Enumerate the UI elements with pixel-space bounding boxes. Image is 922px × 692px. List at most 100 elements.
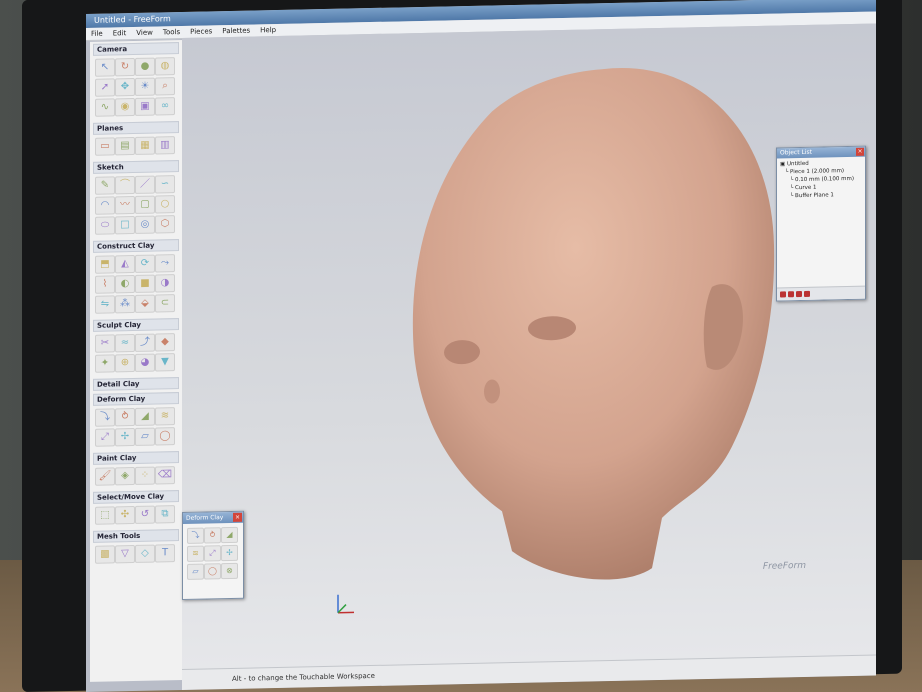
smooth-icon[interactable]: ≈ <box>115 333 135 353</box>
clay-head-model[interactable] <box>402 45 822 614</box>
palette-section: Detail Clay <box>93 377 179 391</box>
tug-icon[interactable]: ⤴ <box>135 333 155 352</box>
fill-icon[interactable]: ▼ <box>155 353 175 372</box>
spray-icon[interactable]: ⁘ <box>135 466 155 485</box>
menu-edit[interactable]: Edit <box>108 27 132 39</box>
attract-icon[interactable]: ⊕ <box>115 353 135 373</box>
menu-palettes[interactable]: Palettes <box>217 24 255 37</box>
tool-grid: ▭ ▤ ▦ ▥ <box>93 133 179 159</box>
select-icon[interactable]: ↖ <box>95 58 115 77</box>
cube-icon[interactable]: ▣ <box>135 97 155 116</box>
bend-icon[interactable]: ⤵ <box>95 408 115 427</box>
grid-plane-icon[interactable]: ▥ <box>155 136 175 155</box>
rotate-clay-icon[interactable]: ↺ <box>135 505 155 524</box>
box-plane-icon[interactable]: ▤ <box>115 136 135 156</box>
weld-icon[interactable]: ◇ <box>135 544 155 563</box>
mesh-icon[interactable]: ▩ <box>95 545 115 564</box>
warp-icon[interactable]: ≋ <box>155 407 175 426</box>
camera-icon[interactable]: ◉ <box>115 97 135 117</box>
menu-pieces[interactable]: Pieces <box>185 25 217 38</box>
eraser-icon[interactable]: ⌫ <box>155 466 175 485</box>
plane-icon[interactable]: ▭ <box>95 137 115 156</box>
twist-icon[interactable]: ⥁ <box>204 527 221 544</box>
ellipse-icon[interactable]: ⬭ <box>95 216 115 235</box>
shear-icon[interactable]: ▱ <box>187 563 204 580</box>
arrow-cursor-icon[interactable]: ➚ <box>95 78 115 97</box>
globe-icon[interactable]: ◍ <box>155 57 175 76</box>
zoom-icon[interactable]: ⌕ <box>155 77 175 96</box>
tube-icon[interactable]: ⊂ <box>155 294 175 313</box>
loop-icon[interactable]: ∞ <box>155 97 175 116</box>
arc-icon[interactable]: ◠ <box>95 196 115 215</box>
revolve-icon[interactable]: ⟳ <box>135 254 155 273</box>
deform-clay-popup[interactable]: Deform Clay × ⤵ ⥁ ◢ ≋ ⤢ ✢ ▱ ◯ ⊗ <box>182 510 244 600</box>
spike-icon[interactable]: ✦ <box>95 354 115 373</box>
3d-viewport[interactable]: FreeForm <box>182 23 876 670</box>
brush-icon[interactable]: 🖌 <box>95 467 115 486</box>
wire-icon[interactable]: ⌇ <box>95 275 115 294</box>
extrude-icon[interactable]: ⬒ <box>95 255 115 274</box>
sphere-icon[interactable]: ● <box>135 57 155 76</box>
polygon-icon[interactable]: ⬡ <box>155 215 175 234</box>
pinch-icon[interactable]: ⊗ <box>221 562 238 580</box>
stamp-icon[interactable]: ⬙ <box>135 294 155 313</box>
color-plane-icon[interactable]: ▦ <box>135 136 155 155</box>
circle-icon[interactable]: ○ <box>155 195 175 214</box>
path-icon[interactable]: ∿ <box>95 98 115 117</box>
toolbar-button-icon[interactable] <box>804 290 810 297</box>
close-icon[interactable]: × <box>233 512 242 522</box>
rotate-view-icon[interactable]: ↻ <box>115 57 135 77</box>
palette-section-header[interactable]: Detail Clay <box>93 377 179 391</box>
move-icon[interactable]: ✢ <box>115 427 135 447</box>
square-icon[interactable]: □ <box>115 215 135 235</box>
menu-help[interactable]: Help <box>255 24 281 37</box>
menu-tools[interactable]: Tools <box>158 26 185 39</box>
shear-icon[interactable]: ▱ <box>135 427 155 446</box>
loft-icon[interactable]: ◭ <box>115 254 135 274</box>
spline-icon[interactable]: ∽ <box>155 175 175 194</box>
scale-icon[interactable]: ⤢ <box>95 428 115 447</box>
object-list-window[interactable]: Object List × ▣ Untitled └ Piece 1 (2.00… <box>776 145 866 302</box>
wax-icon[interactable]: ◕ <box>135 353 155 372</box>
mirror-icon[interactable]: ⇋ <box>95 295 115 314</box>
inflate-icon[interactable]: ◯ <box>155 427 175 446</box>
ring-icon[interactable]: ◎ <box>135 215 155 234</box>
scale-icon[interactable]: ⤢ <box>204 545 221 562</box>
sweep-icon[interactable]: ⤳ <box>155 254 175 273</box>
blend-icon[interactable]: ◑ <box>155 274 175 293</box>
toolbar-button-icon[interactable] <box>788 291 794 298</box>
curve-icon[interactable]: ⌒ <box>115 175 135 195</box>
twist-icon[interactable]: ⥁ <box>115 407 135 427</box>
inflate-icon[interactable]: ◯ <box>204 563 221 580</box>
pan-icon[interactable]: ✥ <box>115 77 135 97</box>
palette-section: Construct Clay ⬒ ◭ ⟳ ⤳ ⌇ ◐ ■ ◑ ⇋ ⁂ ⬙ ⊂ <box>93 239 179 317</box>
pencil-icon[interactable]: ✎ <box>95 176 115 195</box>
move-icon[interactable]: ✢ <box>221 544 238 562</box>
taper-icon[interactable]: ◢ <box>221 526 238 544</box>
rect-icon[interactable]: ▢ <box>135 195 155 214</box>
object-list-item[interactable]: └ 0.10 mm (0.100 mm) <box>780 175 862 185</box>
reduce-icon[interactable]: ▽ <box>115 544 135 564</box>
toolbar-button-icon[interactable] <box>780 291 786 298</box>
close-icon[interactable]: × <box>856 147 864 156</box>
toolbar-button-icon[interactable] <box>796 291 802 298</box>
pattern-icon[interactable]: ⁂ <box>115 294 135 314</box>
line-icon[interactable]: ／ <box>135 175 155 194</box>
object-list-item[interactable]: └ Buffer Plane 1 <box>780 191 862 201</box>
menu-view[interactable]: View <box>131 26 158 39</box>
shell-icon[interactable]: ◐ <box>115 274 135 294</box>
bend-icon[interactable]: ⤵ <box>187 527 204 544</box>
select-clay-icon[interactable]: ⬚ <box>95 506 115 525</box>
t-tool-icon[interactable]: T <box>155 544 175 563</box>
wave-icon[interactable]: 〰 <box>115 195 135 215</box>
block-icon[interactable]: ■ <box>135 274 155 293</box>
taper-icon[interactable]: ◢ <box>135 407 155 426</box>
emboss-icon[interactable]: ◆ <box>155 333 175 352</box>
warp-icon[interactable]: ≋ <box>187 545 204 562</box>
move-clay-icon[interactable]: ✣ <box>115 505 135 525</box>
menu-file[interactable]: File <box>86 28 108 40</box>
carve-icon[interactable]: ✂ <box>95 334 115 353</box>
copy-clay-icon[interactable]: ⧉ <box>155 505 175 524</box>
light-icon[interactable]: ☀ <box>135 77 155 96</box>
color-icon[interactable]: ◈ <box>115 466 135 486</box>
